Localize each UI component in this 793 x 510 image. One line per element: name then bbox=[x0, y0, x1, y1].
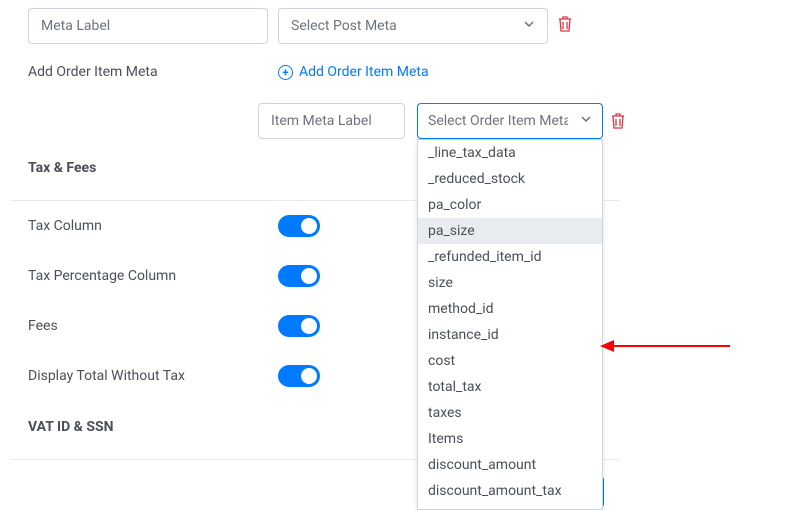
plus-circle-icon: + bbox=[278, 65, 293, 80]
add-order-item-meta-label: Add Order Item Meta bbox=[28, 64, 278, 80]
toggle-switch[interactable] bbox=[278, 315, 320, 337]
dropdown-option[interactable]: instance_id bbox=[418, 322, 602, 348]
trash-icon[interactable] bbox=[558, 16, 572, 36]
toggle-switch[interactable] bbox=[278, 365, 320, 387]
dropdown-option[interactable]: cost bbox=[418, 348, 602, 374]
setting-label: Tax Column bbox=[28, 218, 278, 234]
post-meta-select[interactable]: Select Post Meta bbox=[278, 8, 548, 44]
toggle-switch[interactable] bbox=[278, 265, 320, 287]
order-item-meta-select[interactable]: Select Order Item Meta bbox=[417, 103, 603, 139]
chevron-down-icon bbox=[523, 18, 535, 34]
annotation-arrow bbox=[600, 340, 730, 352]
dropdown-option[interactable]: total_tax bbox=[418, 374, 602, 400]
dropdown-option[interactable]: _reduced_stock bbox=[418, 166, 602, 192]
dropdown-option[interactable]: discount_amount_tax bbox=[418, 478, 602, 504]
chevron-down-icon bbox=[580, 113, 592, 129]
dropdown-option[interactable]: Items bbox=[418, 426, 602, 452]
dropdown-option[interactable]: discount_amount bbox=[418, 452, 602, 478]
setting-label: Fees bbox=[28, 318, 278, 334]
toggle-switch[interactable] bbox=[278, 215, 320, 237]
add-order-item-meta-link[interactable]: + Add Order Item Meta bbox=[278, 64, 429, 80]
order-item-meta-dropdown-list[interactable]: _line_tax_data_reduced_stockpa_colorpa_s… bbox=[417, 139, 603, 510]
dropdown-option[interactable]: taxes bbox=[418, 400, 602, 426]
dropdown-option[interactable]: _refunded_item_id bbox=[418, 244, 602, 270]
dropdown-option[interactable]: method_id bbox=[418, 296, 602, 322]
dropdown-option[interactable]: pa_color bbox=[418, 192, 602, 218]
dropdown-option[interactable]: coupon_data bbox=[418, 504, 602, 509]
dropdown-option[interactable]: _line_tax_data bbox=[418, 140, 602, 166]
dropdown-option[interactable]: size bbox=[418, 270, 602, 296]
trash-icon[interactable] bbox=[611, 113, 625, 133]
dropdown-option[interactable]: pa_size bbox=[418, 218, 602, 244]
item-meta-label-input[interactable]: Item Meta Label bbox=[258, 103, 405, 139]
setting-label: Display Total Without Tax bbox=[28, 368, 278, 384]
setting-label: Tax Percentage Column bbox=[28, 268, 278, 284]
meta-label-input[interactable]: Meta Label bbox=[28, 8, 268, 44]
